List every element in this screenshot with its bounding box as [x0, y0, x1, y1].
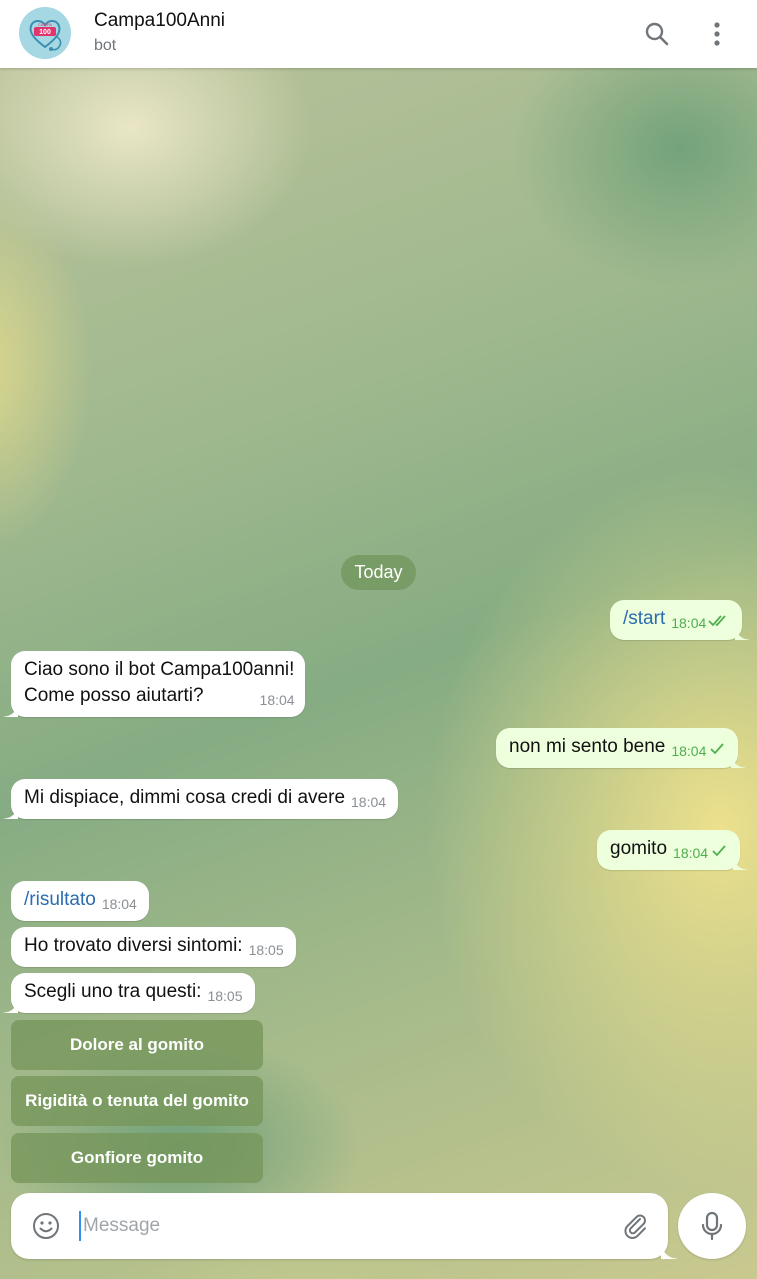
message-composer — [11, 1193, 677, 1259]
message-text: non mi sento bene — [509, 736, 666, 757]
message-outgoing[interactable]: non mi sento bene 18:04 — [496, 728, 746, 768]
search-icon — [645, 22, 669, 46]
message-incoming[interactable]: Mi dispiace, dimmi cosa credi di avere 18… — [3, 779, 399, 819]
message-text: gomito — [610, 838, 668, 859]
svg-text:100: 100 — [39, 29, 51, 36]
message-incoming[interactable]: Ciao sono il bot Campa100anni! Come poss… — [4, 651, 305, 717]
message-text[interactable]: /start — [623, 608, 665, 629]
svg-text:CAMPA: CAMPA — [38, 22, 52, 27]
microphone-icon — [701, 1211, 723, 1241]
keyboard-button-gonfiore[interactable]: Gonfiore gomito — [11, 1133, 263, 1183]
message-time: 18:04 — [351, 794, 387, 810]
message-time: 18:04 — [671, 743, 707, 759]
message-text-line: Come posso aiutarti? — [24, 685, 204, 706]
message-text[interactable]: /risultato — [24, 889, 96, 910]
message-text: Mi dispiace, dimmi cosa credi di avere — [24, 787, 346, 808]
message-outgoing[interactable]: gomito 18:04 — [597, 830, 748, 870]
message-time: 18:05 — [207, 988, 243, 1004]
message-incoming[interactable]: Scegli uno tra questi: 18:05 — [4, 973, 255, 1013]
check-icon — [712, 845, 726, 857]
message-text-line: Ciao sono il bot Campa100anni! — [24, 659, 295, 680]
bot-avatar[interactable]: 100 CAMPA — [19, 7, 71, 59]
message-time: 18:04 — [671, 615, 707, 631]
message-incoming[interactable]: Ho trovato diversi sintomi: 18:05 — [11, 927, 296, 967]
date-divider: Today — [341, 555, 416, 590]
message-text: Scegli uno tra questi: — [24, 981, 202, 1002]
message-time: 18:04 — [259, 692, 295, 708]
avatar-logo: 100 CAMPA — [19, 7, 71, 59]
message-time: 18:04 — [673, 845, 709, 861]
message-time: 18:04 — [101, 896, 137, 912]
keyboard-button-rigidita[interactable]: Rigidità o tenuta del gomito — [11, 1076, 263, 1126]
message-input[interactable] — [79, 1211, 599, 1241]
chat-header: 100 CAMPA Campa100Anni bot — [0, 0, 757, 68]
more-vertical-icon — [714, 22, 720, 46]
more-options-button[interactable] — [697, 14, 737, 54]
attach-button[interactable] — [619, 1210, 651, 1242]
message-outgoing[interactable]: /start 18:04 — [610, 600, 750, 640]
emoji-button[interactable] — [30, 1210, 62, 1242]
chat-subtitle: bot — [94, 37, 117, 54]
search-button[interactable] — [637, 14, 677, 54]
paperclip-icon — [624, 1214, 646, 1239]
check-icon — [710, 743, 725, 755]
message-time: 18:05 — [248, 942, 284, 958]
keyboard-button-dolore[interactable]: Dolore al gomito — [11, 1020, 263, 1070]
emoji-icon — [33, 1213, 59, 1239]
message-text: Ho trovato diversi sintomi: — [24, 935, 243, 956]
double-check-icon — [708, 615, 726, 627]
message-incoming[interactable]: /risultato 18:04 — [11, 881, 149, 921]
microphone-button[interactable] — [678, 1193, 746, 1259]
chat-title[interactable]: Campa100Anni — [94, 10, 225, 32]
